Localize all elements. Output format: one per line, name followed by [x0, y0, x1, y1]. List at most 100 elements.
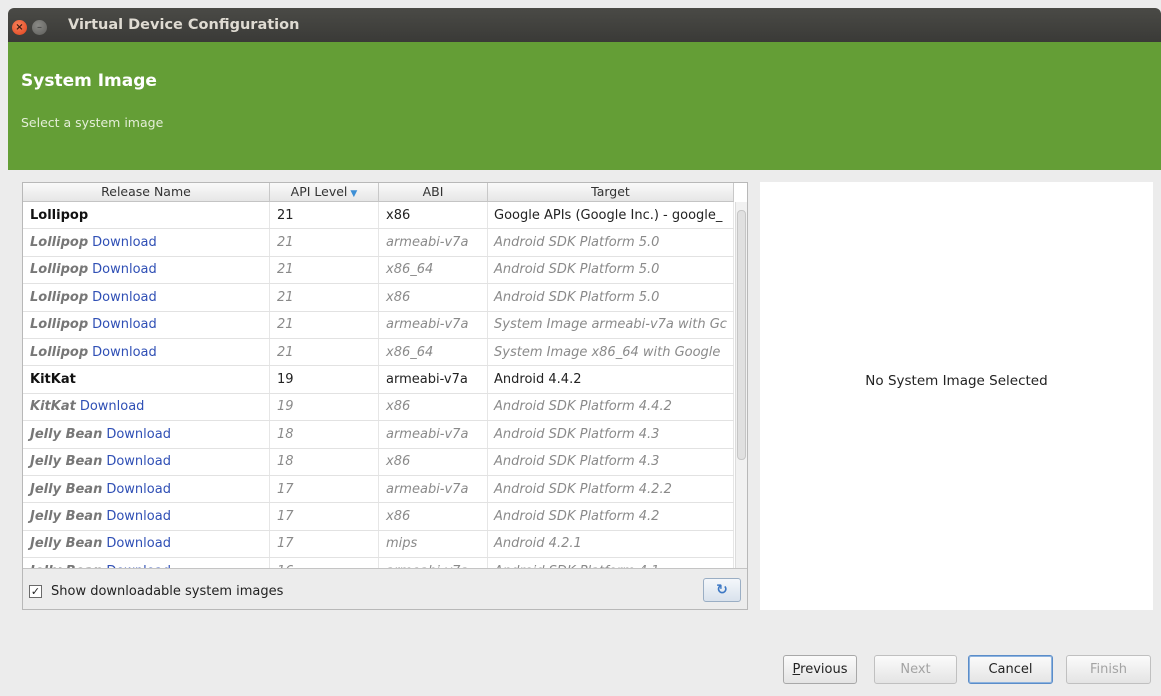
window-title: Virtual Device Configuration — [68, 17, 300, 33]
column-header-label: ABI — [422, 184, 444, 199]
download-link[interactable]: Download — [92, 345, 157, 360]
download-link[interactable]: Download — [92, 262, 157, 277]
cell-target: Android SDK Platform 4.1 — [488, 558, 734, 568]
cell-release-name: KitKat — [23, 366, 270, 393]
table-row[interactable]: Jelly Bean Download 17 mips Android 4.2.1 — [23, 530, 734, 559]
release-name: Lollipop — [30, 344, 89, 360]
finish-button[interactable]: Finish — [1066, 655, 1151, 684]
cell-target: Android SDK Platform 5.0 — [488, 229, 734, 256]
show-downloadable-label[interactable]: Show downloadable system images — [51, 584, 283, 599]
download-link[interactable]: Download — [106, 509, 171, 524]
cell-abi: x86 — [379, 448, 488, 475]
cell-abi: armeabi-v7a — [379, 475, 488, 503]
download-link[interactable]: Download — [92, 290, 157, 305]
cell-api-level: 21 — [270, 202, 379, 229]
cell-abi: x86 — [379, 284, 488, 311]
table-options-bar: ✓ Show downloadable system images ↻ — [23, 568, 747, 609]
download-link[interactable]: Download — [92, 317, 157, 332]
cell-release-name: Lollipop Download — [23, 229, 270, 256]
download-link[interactable]: Download — [106, 536, 171, 551]
cell-target: Google APIs (Google Inc.) - google_ — [488, 202, 734, 229]
cell-api-level: 21 — [270, 256, 379, 284]
table-row[interactable]: Lollipop Download 21 x86 Android SDK Platfor… — [23, 284, 734, 312]
next-button[interactable]: Next — [874, 655, 957, 684]
cell-release-name: Jelly BeanDownload — [23, 503, 270, 530]
download-link[interactable]: Download — [80, 399, 145, 414]
table-row[interactable]: Lollipop Download 21 armeabi-v7a System Imag… — [23, 311, 734, 339]
cancel-label: Cancel — [988, 662, 1033, 677]
table-row[interactable]: Lollipop 21 x86 Google APIs (Google Inc.) -… — [23, 202, 734, 230]
cell-abi: x86 — [379, 202, 488, 229]
cell-api-level: 16 — [270, 558, 379, 568]
cell-abi: armeabi-v7a — [379, 229, 488, 256]
window-titlebar: × – Virtual Device Configuration — [8, 8, 1161, 42]
column-header-api-level[interactable]: API Level ▼ — [270, 183, 379, 201]
release-name: Jelly Bean — [30, 508, 103, 524]
previous-label-rest: revious — [800, 662, 848, 677]
release-name: Lollipop — [30, 317, 89, 333]
table-row[interactable]: KitKat Download 19 x86 Android SDK Platform … — [23, 393, 734, 422]
release-name: KitKat — [30, 372, 76, 388]
table-row[interactable]: Jelly Bean Download 17 armeabi-v7a Android S… — [23, 475, 734, 504]
table-row[interactable]: Jelly Bean Download 17 x86 Android SDK Platf… — [23, 503, 734, 531]
table-scrollbar[interactable] — [735, 202, 747, 568]
minimize-icon[interactable]: – — [32, 20, 47, 35]
cell-target: Android SDK Platform 4.4.2 — [488, 393, 734, 421]
cell-api-level: 18 — [270, 448, 379, 475]
cell-api-level: 21 — [270, 311, 379, 338]
cell-abi: x86 — [379, 393, 488, 421]
cell-target: System Image x86_64 with Google — [488, 338, 734, 366]
column-header-target[interactable]: Target — [488, 183, 734, 201]
cell-target: Android SDK Platform 4.2.2 — [488, 475, 734, 503]
release-name: Lollipop — [30, 289, 89, 305]
cell-abi: x86 — [379, 503, 488, 530]
download-link[interactable]: Download — [106, 454, 171, 469]
no-selection-message: No System Image Selected — [865, 373, 1048, 389]
cell-abi: x86_64 — [379, 256, 488, 284]
table-row[interactable]: Jelly Bean Download 18 x86 Android SDK Platf… — [23, 448, 734, 476]
cell-abi: armeabi-v7a — [379, 366, 488, 393]
cell-abi: x86_64 — [379, 338, 488, 366]
table-header: Release Name API Level ▼ ABI Target — [23, 183, 734, 202]
download-link[interactable]: Download — [106, 482, 171, 497]
close-icon[interactable]: × — [12, 20, 27, 35]
cell-release-name: KitKat Download — [23, 393, 270, 421]
cell-release-name: Lollipop — [23, 202, 270, 229]
wizard-header: System Image Select a system image — [8, 42, 1161, 170]
cell-target: Android SDK Platform 5.0 — [488, 284, 734, 311]
cell-api-level: 21 — [270, 229, 379, 256]
cell-release-name: Jelly BeanDownload — [23, 421, 270, 448]
column-header-abi[interactable]: ABI — [379, 183, 488, 201]
column-header-release-name[interactable]: Release Name — [23, 183, 270, 201]
checkmark-icon: ✓ — [30, 585, 41, 598]
release-name: Jelly Bean — [30, 481, 103, 497]
table-row[interactable]: Lollipop Download 21 x86_64 Android SDK Plat… — [23, 256, 734, 285]
cell-abi: armeabi-v7a — [379, 558, 488, 568]
previous-button[interactable]: Previous — [783, 655, 857, 684]
cell-release-name: Jelly BeanDownload — [23, 448, 270, 475]
table-row[interactable]: Jelly Bean Download 18 armeabi-v7a Android S… — [23, 421, 734, 449]
download-link[interactable]: Download — [92, 235, 157, 250]
cell-release-name: Lollipop Download — [23, 284, 270, 311]
cell-release-name: Jelly BeanDownload — [23, 530, 270, 558]
cell-api-level: 19 — [270, 366, 379, 393]
cell-api-level: 18 — [270, 421, 379, 448]
table-body: Lollipop 21 x86 Google APIs (Google Inc.) -… — [23, 202, 734, 568]
cell-release-name: Lollipop Download — [23, 338, 270, 366]
scrollbar-thumb[interactable] — [737, 210, 746, 460]
show-downloadable-checkbox[interactable]: ✓ — [29, 585, 42, 598]
table-row[interactable]: Jelly BeanDownload16armeabi-v7aAndroid S… — [23, 558, 734, 568]
table-row[interactable]: KitKat 19 armeabi-v7a Android 4.4.2 — [23, 366, 734, 394]
cell-api-level: 21 — [270, 284, 379, 311]
table-row[interactable]: Lollipop Download 21 armeabi-v7a Android SDK… — [23, 229, 734, 257]
release-name: Jelly Bean — [30, 426, 103, 442]
table-row[interactable]: Lollipop Download 21 x86_64 System Image x86… — [23, 338, 734, 367]
cell-target: System Image armeabi-v7a with Gc — [488, 311, 734, 338]
cell-api-level: 17 — [270, 530, 379, 558]
download-link[interactable]: Download — [106, 427, 171, 442]
cancel-button[interactable]: Cancel — [968, 655, 1053, 684]
refresh-button[interactable]: ↻ — [703, 578, 741, 602]
cell-abi: mips — [379, 530, 488, 558]
cell-release-name: Lollipop Download — [23, 256, 270, 284]
cell-api-level: 21 — [270, 338, 379, 366]
